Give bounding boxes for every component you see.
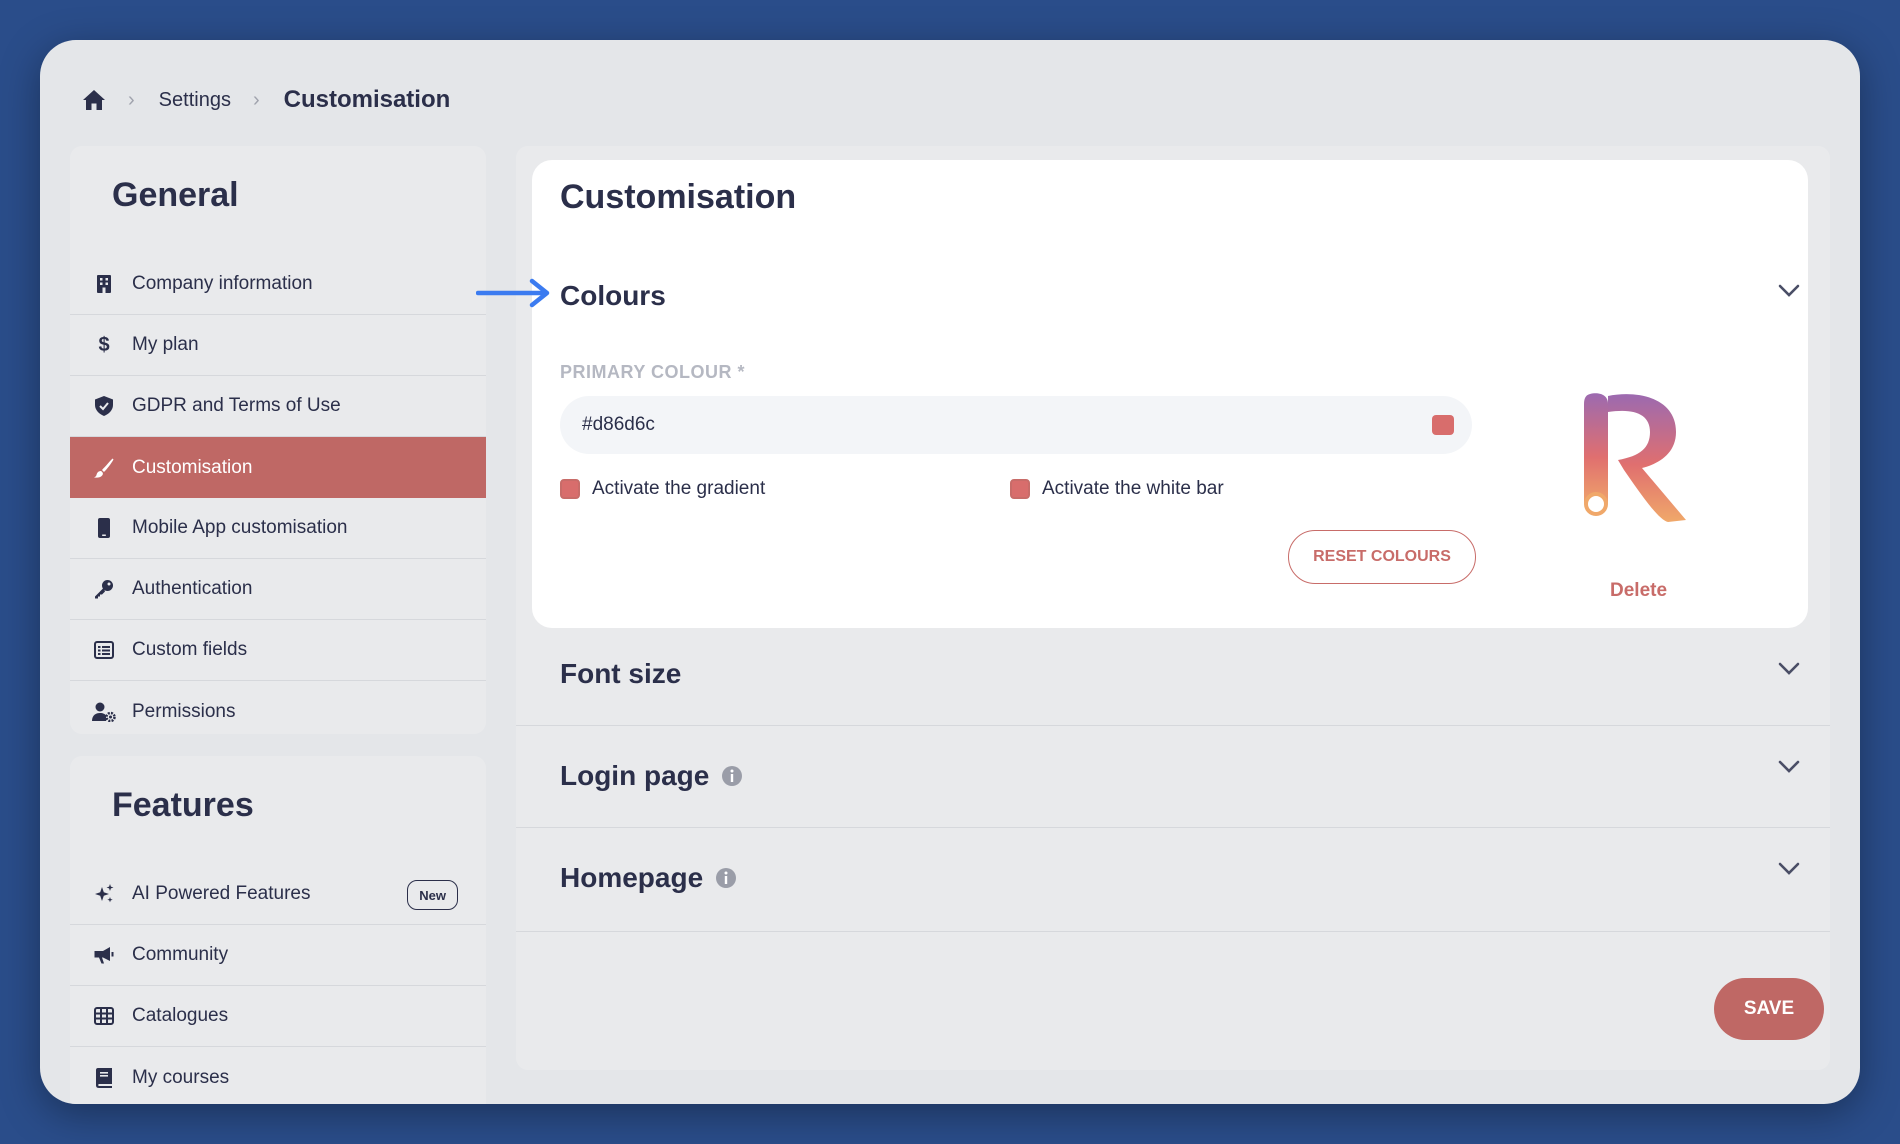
sidebar-item-ai-features[interactable]: AI Powered Features New xyxy=(70,864,486,925)
sidebar-item-label: Authentication xyxy=(132,578,253,599)
chevron-down-icon[interactable] xyxy=(1778,760,1800,774)
sidebar-general-title: General xyxy=(112,176,239,214)
home-icon[interactable] xyxy=(82,88,106,112)
login-page-section-label: Login page xyxy=(560,760,743,792)
brand-logo xyxy=(1584,393,1686,522)
sidebar-item-mobile-app[interactable]: Mobile App customisation xyxy=(70,498,486,559)
breadcrumb-settings[interactable]: Settings xyxy=(159,89,231,112)
sidebar-item-label: My plan xyxy=(132,334,199,355)
homepage-label: Homepage xyxy=(560,862,704,893)
megaphone-icon xyxy=(92,943,116,967)
primary-colour-label: PRIMARY COLOUR * xyxy=(560,362,746,382)
homepage-section[interactable]: Homepage xyxy=(516,828,1830,932)
font-size-section-label: Font size xyxy=(560,658,682,689)
building-icon xyxy=(92,272,116,296)
sidebar-item-label: Catalogues xyxy=(132,1005,229,1026)
colours-section-header[interactable]: Colours xyxy=(560,280,666,312)
save-button[interactable]: SAVE xyxy=(1714,978,1824,1040)
sidebar-item-label: Customisation xyxy=(132,456,253,478)
chevron-down-icon[interactable] xyxy=(1778,284,1800,298)
key-icon xyxy=(92,577,116,601)
phone-icon xyxy=(92,516,116,540)
book-icon xyxy=(92,1066,116,1090)
gradient-checkbox-row[interactable]: Activate the gradient xyxy=(560,478,765,500)
login-page-section[interactable]: Login page xyxy=(516,726,1830,828)
sidebar-item-permissions[interactable]: Permissions xyxy=(70,681,486,742)
arrow-right-icon xyxy=(476,278,550,308)
page-title: Customisation xyxy=(560,178,797,216)
gradient-checkbox[interactable] xyxy=(560,479,580,499)
app-window: › Settings › Customisation General Compa… xyxy=(40,40,1860,1104)
colours-panel: Customisation Colours PRIMARY COLOUR * #… xyxy=(532,160,1808,628)
sidebar-general: General Company information $ My plan GD… xyxy=(70,146,486,734)
chevron-down-icon[interactable] xyxy=(1778,662,1800,676)
sidebar-item-label: Mobile App customisation xyxy=(132,517,348,538)
sidebar-item-catalogues[interactable]: Catalogues xyxy=(70,986,486,1047)
grid-icon xyxy=(92,1004,116,1028)
sidebar-item-gdpr[interactable]: GDPR and Terms of Use xyxy=(70,376,486,437)
font-size-section[interactable]: Font size xyxy=(516,628,1830,726)
user-gear-icon xyxy=(92,700,116,724)
sidebar-features: Features AI Powered Features New Communi… xyxy=(70,756,486,1104)
sidebar-item-authentication[interactable]: Authentication xyxy=(70,559,486,620)
sidebar-item-community[interactable]: Community xyxy=(70,925,486,986)
breadcrumb-separator: › xyxy=(252,88,260,111)
chevron-down-icon[interactable] xyxy=(1778,862,1800,876)
sidebar-item-customisation[interactable]: Customisation xyxy=(70,437,486,498)
breadcrumb: › Settings › Customisation xyxy=(82,82,450,118)
sidebar-features-title: Features xyxy=(112,786,254,824)
white-bar-checkbox[interactable] xyxy=(1010,479,1030,499)
primary-colour-input[interactable]: #d86d6c xyxy=(560,396,1472,454)
brush-icon xyxy=(92,456,116,480)
login-page-label: Login page xyxy=(560,760,710,791)
breadcrumb-separator: › xyxy=(128,88,135,111)
sidebar-item-company-information[interactable]: Company information xyxy=(70,254,486,315)
sidebar-item-label: Community xyxy=(132,944,229,965)
info-icon[interactable] xyxy=(721,765,743,787)
sidebar-item-custom-fields[interactable]: Custom fields xyxy=(70,620,486,681)
primary-colour-value: #d86d6c xyxy=(582,414,655,435)
delete-logo-link[interactable]: Delete xyxy=(1610,580,1667,602)
list-icon xyxy=(92,638,116,662)
shield-icon xyxy=(92,394,116,418)
sidebar-item-label: GDPR and Terms of Use xyxy=(132,395,341,416)
reset-colours-button[interactable]: RESET COLOURS xyxy=(1288,530,1476,584)
new-badge: New xyxy=(407,880,458,910)
white-bar-checkbox-row[interactable]: Activate the white bar xyxy=(1010,478,1224,500)
breadcrumb-current: Customisation xyxy=(283,86,451,113)
gradient-checkbox-label: Activate the gradient xyxy=(592,478,766,499)
main-content: Customisation Colours PRIMARY COLOUR * #… xyxy=(516,146,1830,1070)
white-bar-checkbox-label: Activate the white bar xyxy=(1042,478,1224,499)
sidebar-item-label: AI Powered Features xyxy=(132,883,311,904)
sparkle-icon xyxy=(92,882,116,906)
sidebar-item-label: My courses xyxy=(132,1066,230,1088)
sidebar-item-label: Permissions xyxy=(132,700,236,722)
homepage-section-label: Homepage xyxy=(560,862,737,894)
sidebar-item-label: Custom fields xyxy=(132,639,248,660)
sidebar-item-label: Company information xyxy=(132,273,313,294)
colour-swatch[interactable] xyxy=(1432,415,1454,435)
sidebar-item-my-plan[interactable]: $ My plan xyxy=(70,315,486,376)
dollar-icon: $ xyxy=(98,333,110,356)
sidebar-item-my-courses[interactable]: My courses xyxy=(70,1047,486,1104)
info-icon[interactable] xyxy=(715,867,737,889)
